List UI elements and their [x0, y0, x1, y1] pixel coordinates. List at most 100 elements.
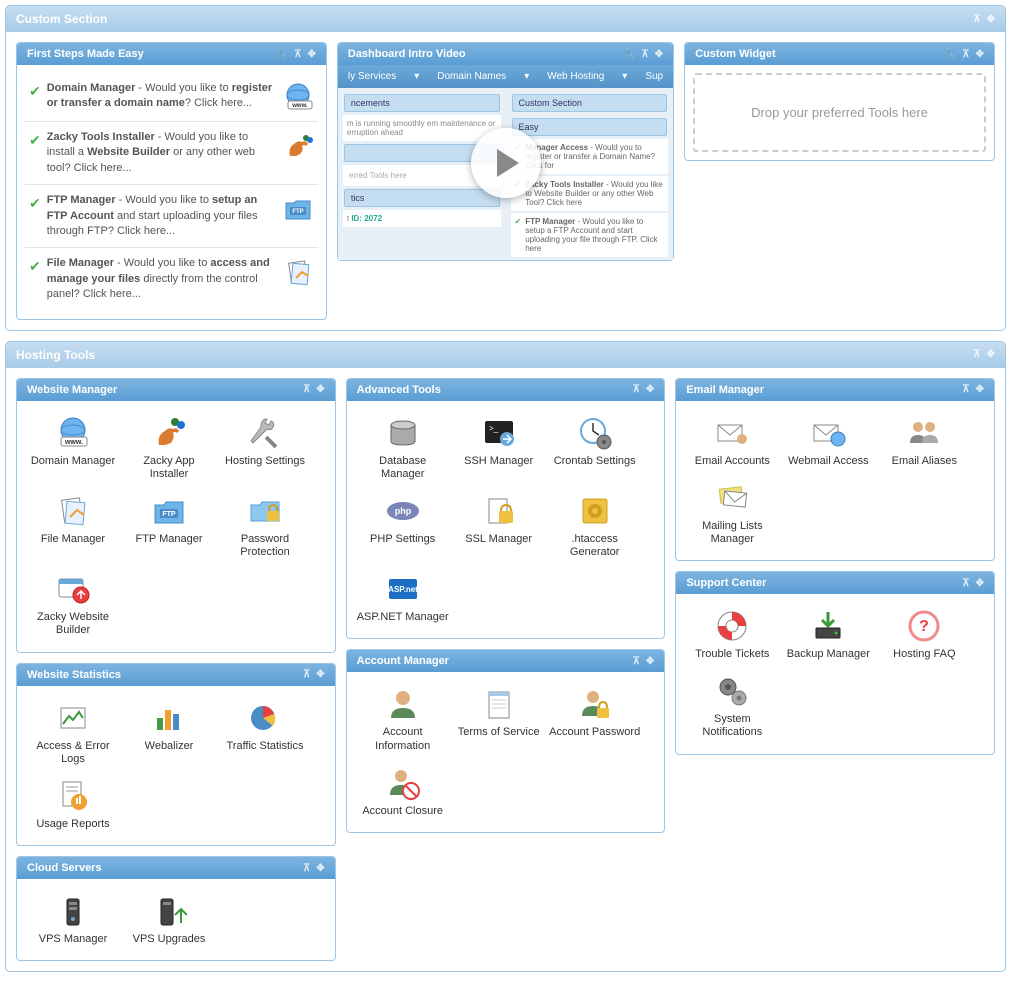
panel-controls: ⊼ ✥: [973, 349, 995, 360]
webalizer-tool[interactable]: Webalizer: [121, 694, 217, 772]
account-closure-tool[interactable]: Account Closure: [355, 759, 451, 824]
tools-dropzone[interactable]: Drop your preferred Tools here: [693, 73, 986, 152]
website-manager-header[interactable]: Website Manager ⊼✥: [17, 379, 335, 401]
hosting-faq-tool[interactable]: ?Hosting FAQ: [876, 602, 972, 667]
video-preview[interactable]: ly Services▾ Domain Names▾ Web Hosting▾ …: [338, 65, 673, 260]
email-aliases-tool[interactable]: Email Aliases: [876, 409, 972, 474]
collapse-up-icon[interactable]: ⊼: [962, 578, 969, 589]
crontab-settings-tool[interactable]: Crontab Settings: [547, 409, 643, 487]
cloud-servers-grid: VPS Manager VPS Upgrades: [17, 879, 335, 960]
support-center-header[interactable]: Support Center ⊼ ✥: [676, 572, 994, 594]
cloud-servers-header[interactable]: Cloud Servers ⊼ ✥: [17, 857, 335, 879]
check-icon: ✔: [29, 258, 41, 275]
svg-text:php: php: [394, 506, 411, 516]
terms-of-service-tool[interactable]: Terms of Service: [451, 680, 547, 758]
widget-title: Email Manager: [686, 384, 764, 396]
custom-section-header[interactable]: Custom Section ⊼ ✥: [6, 6, 1005, 32]
collapse-up-icon[interactable]: ⊼: [962, 49, 969, 60]
move-icon[interactable]: ✥: [307, 49, 315, 60]
first-steps-body: ✔ Domain Manager - Would you like to reg…: [17, 65, 326, 319]
move-icon[interactable]: ✥: [316, 863, 324, 874]
collapse-up-icon[interactable]: ⊼: [303, 669, 310, 680]
collapse-up-icon[interactable]: ⊼: [633, 656, 640, 667]
access-error-logs-tool[interactable]: Access & Error Logs: [25, 694, 121, 772]
vps-upgrades-tool[interactable]: VPS Upgrades: [121, 887, 217, 952]
play-button[interactable]: [471, 128, 541, 198]
wrench-icon[interactable]: 🔧: [944, 49, 956, 60]
move-icon[interactable]: ✥: [646, 384, 654, 395]
hosting-tools-header[interactable]: Hosting Tools ⊼ ✥: [6, 342, 1005, 368]
mini-step: ✔FTP Manager - Would you like to setup a…: [511, 213, 669, 257]
step-zacky-installer[interactable]: ✔ Zacky Tools Installer - Would you like…: [25, 122, 318, 185]
ftp-manager-tool[interactable]: FTPFTP Manager: [121, 487, 217, 565]
ssh-manager-tool[interactable]: >_SSH Manager: [451, 409, 547, 487]
wrench-icon[interactable]: 🔧: [623, 49, 635, 60]
first-steps-widget: First Steps Made Easy 🔧 ⊼ ✥ ✔ Domain Man…: [16, 42, 327, 320]
step-domain-manager[interactable]: ✔ Domain Manager - Would you like to reg…: [25, 73, 318, 122]
widget-title: Support Center: [686, 577, 766, 589]
file-manager-tool[interactable]: File Manager: [25, 487, 121, 565]
collapse-up-icon[interactable]: ⊼: [303, 863, 310, 874]
collapse-up-icon[interactable]: ⊼: [973, 14, 980, 25]
account-password-tool[interactable]: Account Password: [547, 680, 643, 758]
zacky-website-builder-tool[interactable]: Zacky Website Builder: [25, 565, 121, 643]
wrench-icon[interactable]: 🔧: [276, 49, 288, 60]
email-manager-header[interactable]: Email Manager ⊼ ✥: [676, 379, 994, 401]
webmail-access-tool[interactable]: Webmail Access: [780, 409, 876, 474]
traffic-statistics-tool[interactable]: Traffic Statistics: [217, 694, 313, 772]
collapse-up-icon[interactable]: ⊼: [973, 349, 980, 360]
website-builder-icon: [55, 571, 91, 607]
move-icon[interactable]: ✥: [976, 49, 984, 60]
step-file-manager[interactable]: ✔ File Manager - Would you like to acces…: [25, 248, 318, 310]
password-protection-tool[interactable]: Password Protection: [217, 487, 313, 565]
move-icon[interactable]: ✥: [976, 578, 984, 589]
collapse-up-icon[interactable]: ⊼: [633, 384, 640, 395]
move-icon[interactable]: ✥: [976, 384, 984, 395]
account-manager-header[interactable]: Account Manager ⊼ ✥: [347, 650, 665, 672]
collapse-up-icon[interactable]: ⊼: [294, 49, 301, 60]
envelope-stack-icon: [714, 480, 750, 516]
custom-section-title: Custom Section: [16, 12, 107, 26]
dashboard-video-header[interactable]: Dashboard Intro Video 🔧 ⊼ ✥: [338, 43, 673, 65]
widget-title: Cloud Servers: [27, 862, 102, 874]
advanced-tools-header[interactable]: Advanced Tools ⊼✥: [347, 379, 665, 401]
account-information-tool[interactable]: Account Information: [355, 680, 451, 758]
move-icon[interactable]: ✥: [316, 384, 324, 395]
move-icon[interactable]: ✥: [987, 349, 995, 360]
mailing-lists-tool[interactable]: Mailing Lists Manager: [684, 474, 780, 552]
vps-manager-tool[interactable]: VPS Manager: [25, 887, 121, 952]
widget-title: Account Manager: [357, 655, 449, 667]
domain-manager-tool[interactable]: www.Domain Manager: [25, 409, 121, 487]
first-steps-header[interactable]: First Steps Made Easy 🔧 ⊼ ✥: [17, 43, 326, 65]
mini-cs-header: Custom Section: [512, 94, 668, 112]
email-accounts-tool[interactable]: Email Accounts: [684, 409, 780, 474]
trouble-tickets-tool[interactable]: Trouble Tickets: [684, 602, 780, 667]
kangaroo-apps-icon: [151, 415, 187, 451]
hosting-settings-tool[interactable]: Hosting Settings: [217, 409, 313, 487]
step-ftp-manager[interactable]: ✔ FTP Manager - Would you like to setup …: [25, 185, 318, 248]
backup-manager-tool[interactable]: Backup Manager: [780, 602, 876, 667]
user-lock-icon: [577, 686, 613, 722]
move-icon[interactable]: ✥: [646, 656, 654, 667]
ssl-manager-tool[interactable]: SSL Manager: [451, 487, 547, 565]
user-icon: [385, 686, 421, 722]
htaccess-generator-tool[interactable]: .htaccess Generator: [547, 487, 643, 565]
custom-widget-header[interactable]: Custom Widget 🔧 ⊼ ✥: [685, 43, 994, 65]
custom-section-panel: Custom Section ⊼ ✥ First Steps Made Easy…: [5, 5, 1006, 331]
move-icon[interactable]: ✥: [655, 49, 663, 60]
move-icon[interactable]: ✥: [316, 669, 324, 680]
collapse-up-icon[interactable]: ⊼: [962, 384, 969, 395]
collapse-up-icon[interactable]: ⊼: [303, 384, 310, 395]
collapse-up-icon[interactable]: ⊼: [641, 49, 648, 60]
move-icon[interactable]: ✥: [987, 14, 995, 25]
database-manager-tool[interactable]: Database Manager: [355, 409, 451, 487]
kangaroo-icon: [282, 130, 314, 162]
system-notifications-tool[interactable]: System Notifications: [684, 667, 780, 745]
php-settings-tool[interactable]: phpPHP Settings: [355, 487, 451, 565]
website-statistics-header[interactable]: Website Statistics ⊼✥: [17, 664, 335, 686]
usage-reports-tool[interactable]: Usage Reports: [25, 772, 121, 837]
dashboard-video-widget: Dashboard Intro Video 🔧 ⊼ ✥ ly Services▾…: [337, 42, 674, 261]
aspnet-manager-tool[interactable]: ASP.netASP.NET Manager: [355, 565, 451, 630]
zacky-app-installer-tool[interactable]: Zacky App Installer: [121, 409, 217, 487]
hosting-tools-title: Hosting Tools: [16, 348, 95, 362]
